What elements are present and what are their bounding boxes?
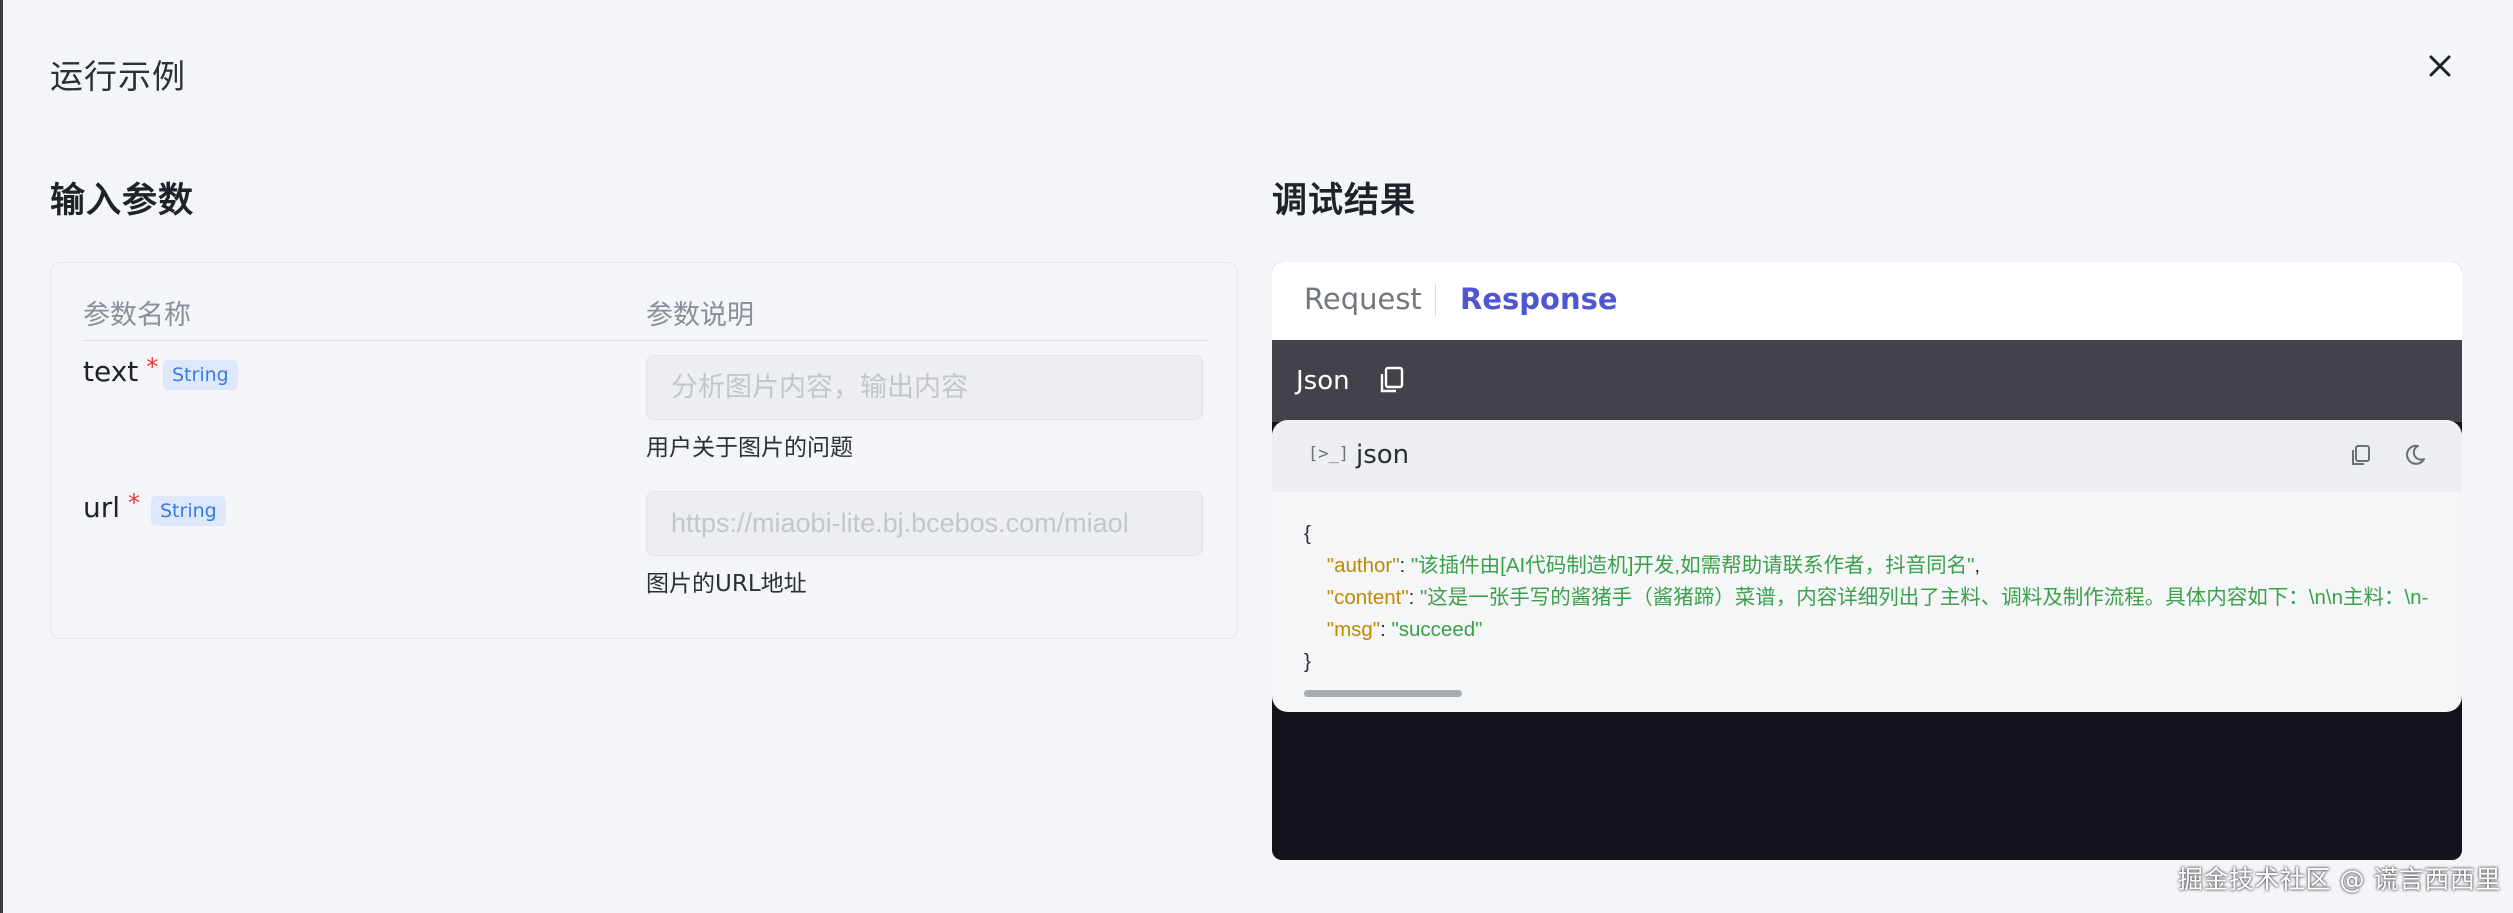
format-label: Json — [1296, 366, 1350, 396]
param-name-label: text — [83, 355, 139, 388]
horizontal-scrollbar[interactable] — [1304, 690, 1462, 697]
url-param-input[interactable]: https://miaobi-lite.bj.bcebos.com/miaol — [646, 491, 1203, 556]
required-marker: * — [128, 489, 141, 517]
json-output[interactable]: { "author": "该插件由[AI代码制造机]开发,如需帮助请联系作者，抖… — [1304, 518, 2428, 678]
code-block-header: [>_] json — [1272, 420, 2462, 492]
param-row-url: url * String https://miaobi-lite.bj.bceb… — [83, 489, 1207, 611]
tab-divider — [1435, 284, 1436, 316]
param-row-text: text * String 分析图片内容，输出内容 用户关于图片的问题 — [83, 353, 1207, 475]
json-value: "该插件由[AI代码制造机]开发,如需帮助请联系作者，抖音同名" — [1410, 554, 1975, 577]
debug-result-title: 调试结果 — [1272, 181, 1417, 221]
result-panel: Request Response Json [>_] json { "autho… — [1272, 262, 2462, 860]
param-name-label: url — [83, 491, 121, 524]
params-table-header: 参数名称 参数说明 — [83, 293, 1207, 341]
json-key: "msg" — [1326, 618, 1381, 641]
tab-request[interactable]: Request — [1304, 282, 1422, 316]
json-value: "succeed" — [1391, 618, 1483, 641]
close-icon — [2429, 55, 2451, 77]
copy-icon[interactable] — [1376, 364, 1408, 396]
terminal-icon: [>_] — [1308, 444, 1349, 464]
json-open-brace: { — [1304, 522, 1311, 545]
required-marker: * — [146, 353, 159, 381]
json-comma: , — [1974, 554, 1981, 577]
param-name: text * — [83, 353, 159, 388]
code-language: json — [1356, 440, 1410, 470]
type-badge: String — [163, 360, 238, 390]
param-description: 图片的URL地址 — [646, 571, 807, 597]
modal-title: 运行示例 — [50, 57, 186, 96]
text-param-input[interactable]: 分析图片内容，输出内容 — [646, 355, 1203, 420]
format-toolbar: Json — [1272, 340, 2462, 422]
json-value: "这是一张手写的酱猪手（酱猪蹄）菜谱，内容详细列出了主料、调料及制作流程。具体内… — [1420, 586, 2429, 609]
watermark: 掘金技术社区 @ 谎言西西里 — [2178, 865, 2501, 894]
params-table: 参数名称 参数说明 text * String 分析图片内容，输出内容 用户关于… — [50, 262, 1238, 639]
param-name: url * — [83, 489, 141, 524]
json-key: "content" — [1326, 586, 1409, 609]
result-tabs: Request Response — [1272, 262, 2462, 340]
input-params-title: 输入参数 — [50, 181, 195, 221]
json-key: "author" — [1326, 554, 1400, 577]
window-edge — [0, 0, 3, 913]
column-header-description: 参数说明 — [646, 300, 754, 331]
moon-icon[interactable] — [2402, 442, 2428, 468]
json-close-brace: } — [1304, 650, 1311, 673]
copy-code-icon[interactable] — [2348, 442, 2374, 468]
column-header-name: 参数名称 — [83, 300, 191, 331]
code-block: [>_] json { "author": "该插件由[AI代码制造机]开发,如… — [1272, 420, 2462, 712]
tab-response[interactable]: Response — [1460, 282, 1618, 316]
param-description: 用户关于图片的问题 — [646, 435, 853, 461]
type-badge: String — [151, 496, 226, 526]
close-button[interactable] — [2420, 46, 2460, 86]
